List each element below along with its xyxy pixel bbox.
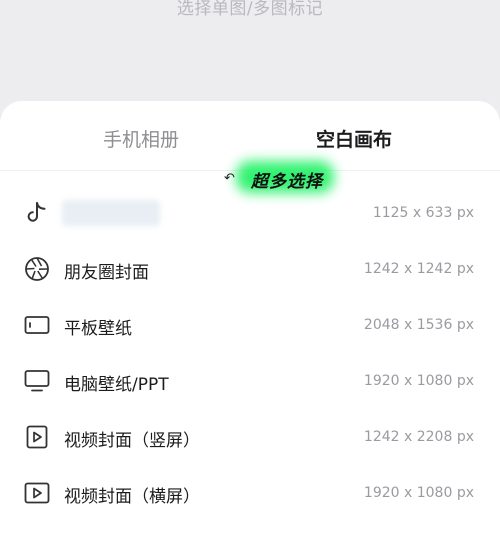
option-size: 2048 x 1536 px [363,317,474,333]
option-size: 1125 x 633 px [372,205,474,221]
tab-phone-album[interactable]: 手机相册 [103,125,179,152]
monitor-icon [24,368,50,394]
tiktok-icon [24,200,50,226]
option-row-tablet-wallpaper[interactable]: 平板壁纸 2048 x 1536 px [0,298,500,354]
option-size: 1242 x 2208 px [363,429,474,445]
aperture-icon [24,256,50,282]
option-label: 朋友圈封面 [64,263,149,283]
option-row-video-cover-portrait[interactable]: 视频封面（竖屏） 1242 x 2208 px [0,410,500,466]
blurred-label [62,200,160,226]
option-row-tiktok[interactable]: 1125 x 633 px [0,186,500,242]
size-option-list: 1125 x 633 px 朋友圈封面 1242 x 1242 px 平板壁纸 [0,186,500,522]
tab-blank-canvas[interactable]: 空白画布 [316,125,392,152]
tablet-icon [24,312,50,338]
page-hint: 选择单图/多图标记 [176,0,324,19]
video-icon [24,424,50,450]
option-label: 视频封面（竖屏） [64,431,200,451]
option-label: 电脑壁纸/PPT [64,375,169,395]
canvas-picker-sheet: 手机相册 空白画布 ↶ 超多选择 1125 x 633 px 朋友圈封面 124… [0,101,500,541]
option-label: 视频封面（横屏） [64,487,200,507]
option-row-pc-wallpaper[interactable]: 电脑壁纸/PPT 1920 x 1080 px [0,354,500,410]
option-size: 1242 x 1242 px [363,261,474,277]
option-size: 1920 x 1080 px [363,485,474,501]
arrow-icon: ↶ [224,171,235,186]
video-icon [24,480,50,506]
option-size: 1920 x 1080 px [363,373,474,389]
option-label: 平板壁纸 [64,319,132,339]
option-row-video-cover-landscape[interactable]: 视频封面（横屏） 1920 x 1080 px [0,466,500,522]
option-row-moments-cover[interactable]: 朋友圈封面 1242 x 1242 px [0,242,500,298]
